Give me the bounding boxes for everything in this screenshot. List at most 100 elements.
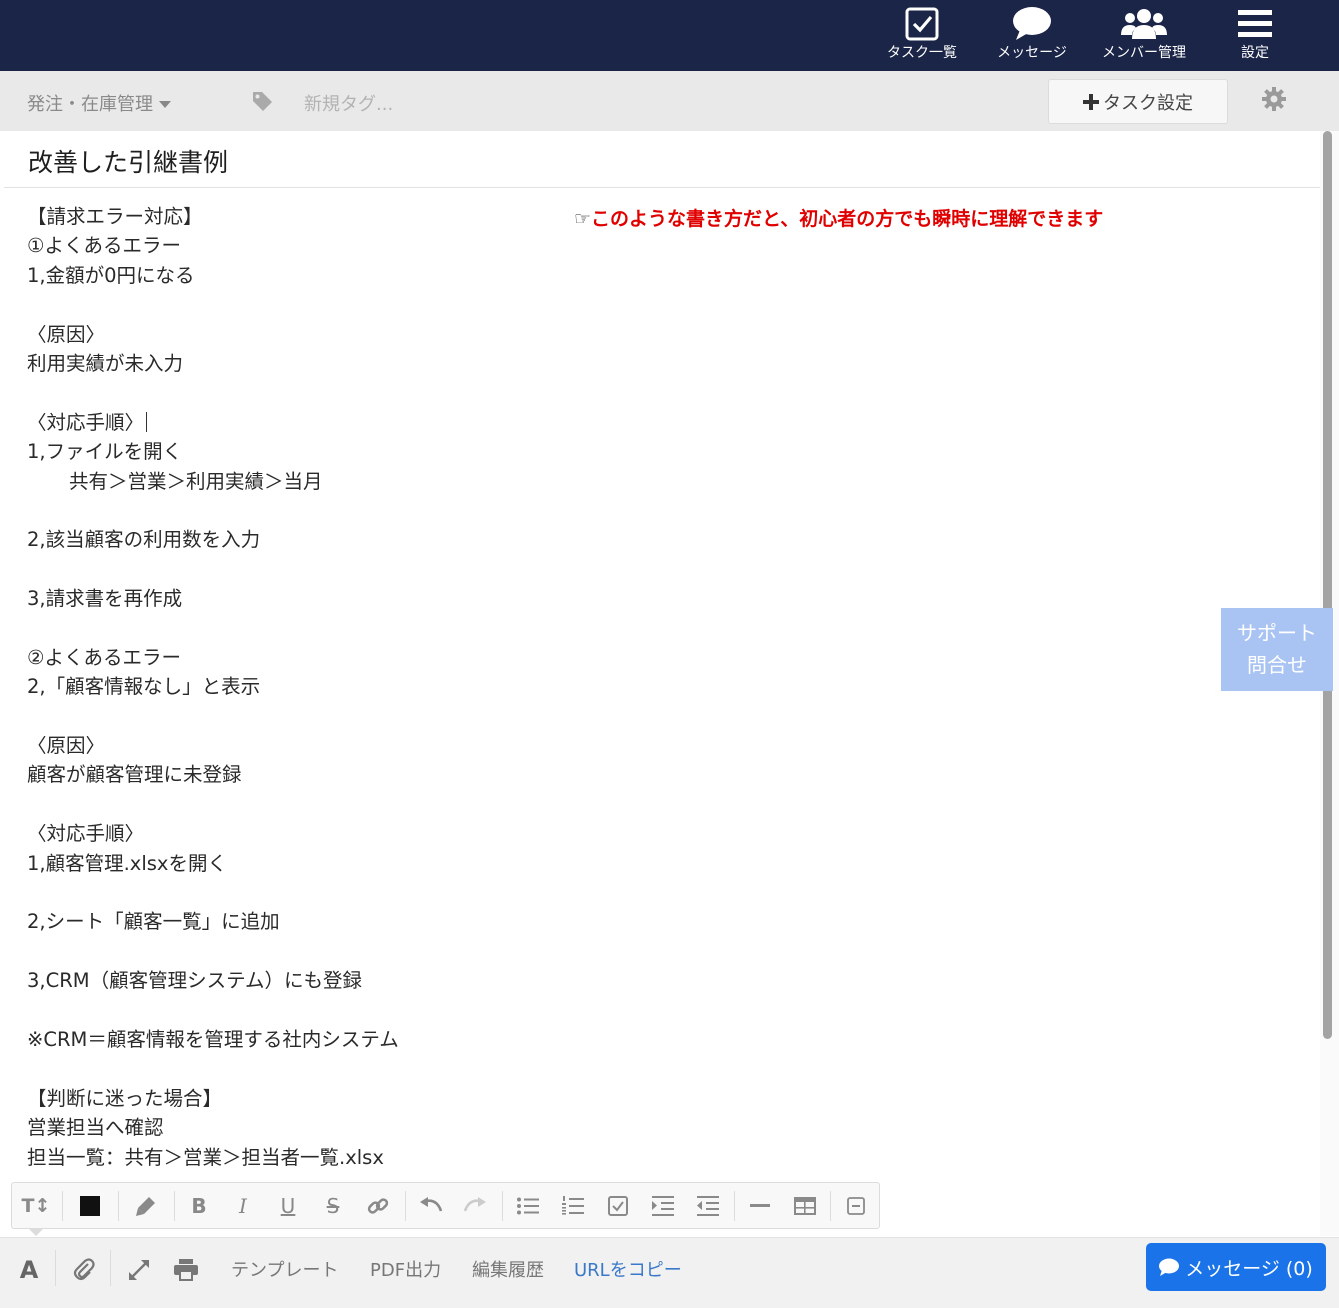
task-settings-button[interactable]: タスク設定 bbox=[1048, 79, 1228, 124]
body-line bbox=[27, 290, 399, 319]
body-line: 【判断に迷った場合】 bbox=[27, 1086, 223, 1110]
nav-messages[interactable]: メッセージ bbox=[982, 4, 1082, 66]
nav-task-list[interactable]: タスク一覧 bbox=[872, 4, 972, 66]
message-button-label: メッセージ (0) bbox=[1185, 1257, 1313, 1280]
message-button[interactable]: メッセージ (0) bbox=[1146, 1243, 1326, 1291]
nav-task-list-label: タスク一覧 bbox=[887, 45, 957, 61]
document-title[interactable]: 改善した引継書例 bbox=[28, 143, 228, 179]
body-line: 1,ファイルを開く bbox=[27, 440, 183, 464]
nav-settings[interactable]: 設定 bbox=[1205, 4, 1305, 66]
redo-button[interactable] bbox=[453, 1183, 497, 1228]
toolbar-divider bbox=[62, 1191, 63, 1221]
attach-button[interactable] bbox=[69, 1255, 99, 1285]
support-label-line1: サポート bbox=[1237, 621, 1317, 645]
copy-url-link[interactable]: URLをコピー bbox=[574, 1256, 682, 1282]
table-icon bbox=[794, 1196, 816, 1215]
expand-button[interactable] bbox=[124, 1255, 154, 1285]
font-size-button[interactable]: T↕ bbox=[14, 1183, 58, 1228]
body-line: 〈原因〉 bbox=[27, 734, 106, 758]
bullet-list-button[interactable] bbox=[506, 1183, 550, 1228]
paperclip-icon bbox=[73, 1258, 95, 1281]
outdent-button[interactable] bbox=[686, 1183, 730, 1228]
body-line: 〈対応手順〉 bbox=[27, 822, 145, 846]
tag-icon bbox=[252, 91, 273, 116]
checklist-button[interactable] bbox=[596, 1183, 640, 1228]
body-line: 1,顧客管理.xlsxを開く bbox=[27, 851, 227, 875]
collapse-box-icon bbox=[847, 1196, 865, 1215]
title-divider bbox=[4, 187, 1320, 188]
checkbox-icon bbox=[872, 4, 972, 44]
category-label: 発注・在庫管理 bbox=[27, 94, 153, 115]
body-line: ②よくあるエラー bbox=[27, 645, 181, 669]
toolbar-divider bbox=[174, 1191, 175, 1221]
speech-bubble-icon bbox=[982, 4, 1082, 44]
bold-button[interactable]: B bbox=[177, 1183, 221, 1228]
gear-icon[interactable] bbox=[1262, 87, 1286, 115]
annotation-note: ☞このような書き方だと、初心者の方でも瞬時に理解できます bbox=[574, 204, 1103, 231]
table-button[interactable] bbox=[783, 1183, 827, 1228]
users-icon bbox=[1094, 4, 1194, 44]
body-line: 1,金額が0円になる bbox=[27, 263, 195, 287]
strikethrough-button[interactable]: S bbox=[311, 1183, 355, 1228]
pdf-export-link[interactable]: PDF出力 bbox=[370, 1256, 441, 1282]
expand-arrows-icon bbox=[129, 1260, 149, 1280]
support-contact-tab[interactable]: サポート 問合せ bbox=[1221, 608, 1333, 691]
body-line: 〈原因〉 bbox=[27, 322, 106, 346]
text-color-button[interactable] bbox=[68, 1183, 112, 1228]
redo-icon bbox=[463, 1196, 486, 1211]
body-line: 担当一覧：共有＞営業＞担当者一覧.xlsx bbox=[27, 1145, 384, 1169]
font-size-icon: T↕ bbox=[21, 1194, 51, 1217]
body-line bbox=[27, 496, 399, 525]
toolbar-divider bbox=[734, 1191, 735, 1221]
annotation-note-text: このような書き方だと、初心者の方でも瞬時に理解できます bbox=[591, 208, 1104, 230]
bar-divider bbox=[110, 1250, 111, 1286]
caret-down-icon bbox=[159, 100, 171, 108]
body-line: 利用実績が未入力 bbox=[27, 351, 184, 375]
bullet-list-icon bbox=[517, 1197, 539, 1214]
collapse-button[interactable] bbox=[834, 1183, 878, 1228]
link-button[interactable] bbox=[356, 1183, 400, 1228]
toolbar-divider bbox=[502, 1191, 503, 1221]
nav-members[interactable]: メンバー管理 bbox=[1094, 4, 1194, 66]
nav-members-label: メンバー管理 bbox=[1102, 45, 1186, 61]
highlighter-button[interactable] bbox=[124, 1183, 168, 1228]
indent-button[interactable] bbox=[641, 1183, 685, 1228]
undo-button[interactable] bbox=[409, 1183, 453, 1228]
category-dropdown[interactable]: 発注・在庫管理 bbox=[27, 90, 171, 116]
underline-button[interactable]: U bbox=[266, 1183, 310, 1228]
task-settings-label: タスク設定 bbox=[1103, 92, 1193, 114]
body-line: 2,該当顧客の利用数を入力 bbox=[27, 528, 261, 552]
indent-icon bbox=[652, 1195, 674, 1216]
toolbar-divider bbox=[118, 1191, 119, 1221]
italic-button[interactable]: I bbox=[221, 1183, 265, 1228]
text-format-toggle[interactable]: A bbox=[14, 1255, 44, 1285]
nav-settings-label: 設定 bbox=[1241, 45, 1269, 61]
print-button[interactable] bbox=[171, 1255, 201, 1285]
task-header-bar: 発注・在庫管理 新規タグ... タスク設定 bbox=[0, 71, 1339, 131]
document-editor[interactable]: 改善した引継書例 【請求エラー対応】 ①よくあるエラー 1,金額が0円になる 〈… bbox=[4, 131, 1320, 1236]
template-link[interactable]: テンプレート bbox=[231, 1256, 338, 1282]
undo-icon bbox=[420, 1196, 443, 1211]
plus-icon bbox=[1083, 93, 1099, 110]
body-line: 2,「顧客情報なし」と表示 bbox=[27, 675, 261, 699]
formatting-toolbar: T↕ B I U S bbox=[11, 1182, 880, 1229]
document-body[interactable]: 【請求エラー対応】 ①よくあるエラー 1,金額が0円になる 〈原因〉 利用実績が… bbox=[27, 202, 399, 1172]
body-line: ※CRM＝顧客情報を管理する社内システム bbox=[27, 1027, 399, 1051]
support-label-line2: 問合せ bbox=[1247, 653, 1307, 677]
bold-icon: B bbox=[191, 1193, 207, 1218]
body-line-with-cursor: 〈対応手順〉 bbox=[27, 408, 399, 437]
body-line bbox=[27, 555, 399, 584]
body-line: 3,請求書を再作成 bbox=[27, 587, 183, 611]
text-format-icon: A bbox=[19, 1256, 39, 1284]
new-tag-input[interactable]: 新規タグ... bbox=[304, 90, 554, 116]
toolbar-pointer bbox=[28, 1228, 44, 1236]
printer-icon bbox=[174, 1259, 198, 1281]
numbered-list-button[interactable] bbox=[551, 1183, 595, 1228]
body-line: 顧客が顧客管理に未登録 bbox=[27, 763, 242, 787]
edit-history-link[interactable]: 編集履歴 bbox=[472, 1256, 544, 1282]
horizontal-rule-button[interactable] bbox=[738, 1183, 782, 1228]
highlighter-icon bbox=[136, 1196, 155, 1216]
body-line bbox=[27, 1054, 399, 1083]
scrollbar-thumb[interactable] bbox=[1323, 131, 1332, 1039]
toolbar-divider bbox=[830, 1191, 831, 1221]
